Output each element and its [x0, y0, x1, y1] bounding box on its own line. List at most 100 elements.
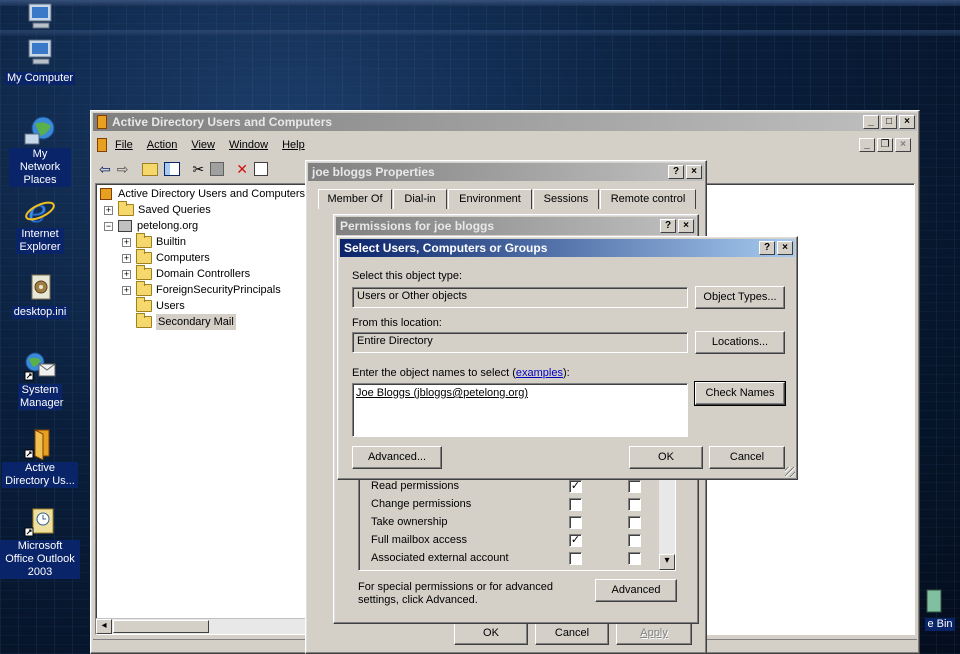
- expand-icon[interactable]: +: [122, 269, 131, 279]
- tab-environment[interactable]: Environment: [448, 189, 532, 209]
- permissions-titlebar[interactable]: Permissions for joe bloggs ? ×: [336, 217, 696, 235]
- tree-root[interactable]: Active Directory Users and Computers: [100, 186, 305, 202]
- deny-checkbox[interactable]: [628, 534, 641, 547]
- paste-icon[interactable]: [210, 162, 225, 176]
- menu-action[interactable]: Action: [147, 139, 178, 151]
- help-button[interactable]: ?: [759, 241, 775, 255]
- tree-item-domain-controllers[interactable]: + Domain Controllers: [122, 265, 250, 282]
- tab-remote-control[interactable]: Remote control: [600, 189, 696, 209]
- vertical-scrollbar[interactable]: ▾: [659, 476, 675, 570]
- tab-sessions[interactable]: Sessions: [533, 189, 599, 209]
- ou-folder-icon: [136, 313, 152, 328]
- deny-checkbox[interactable]: [628, 552, 641, 565]
- ok-button[interactable]: OK: [629, 446, 703, 469]
- examples-link[interactable]: examples: [516, 367, 563, 379]
- advanced-button[interactable]: Advanced: [595, 579, 677, 602]
- object-types-button[interactable]: Object Types...: [695, 286, 785, 309]
- advanced-button[interactable]: Advanced...: [352, 446, 442, 469]
- forward-arrow-icon[interactable]: ⇨: [117, 161, 129, 178]
- deny-checkbox[interactable]: [628, 516, 641, 529]
- allow-checkbox[interactable]: [569, 516, 582, 529]
- cut-icon[interactable]: ✂: [192, 161, 204, 178]
- locations-button[interactable]: Locations...: [695, 331, 785, 354]
- tree-item-label: Builtin: [156, 236, 186, 248]
- menu-file[interactable]: File: [115, 139, 133, 151]
- tree-item-secondary-mail[interactable]: Secondary Mail: [136, 313, 236, 330]
- aduc-titlebar[interactable]: Active Directory Users and Computers _ □…: [93, 113, 917, 131]
- tree-item-users[interactable]: Users: [136, 297, 185, 314]
- close-button[interactable]: ×: [899, 115, 915, 129]
- tree-root-label: Active Directory Users and Computers: [118, 188, 306, 200]
- tab-member-of[interactable]: Member Of: [318, 189, 392, 209]
- minimize-button[interactable]: _: [863, 115, 879, 129]
- cancel-button[interactable]: Cancel: [709, 446, 785, 469]
- menu-view-label: View: [191, 139, 215, 151]
- scroll-down-button[interactable]: ▾: [659, 554, 675, 570]
- desktop-icon-desktop-ini[interactable]: desktop.ini: [0, 272, 80, 319]
- child-close-button[interactable]: ×: [895, 138, 911, 152]
- names-label-end: ):: [562, 367, 570, 379]
- show-tree-icon[interactable]: [164, 162, 181, 176]
- child-minimize-button[interactable]: _: [859, 138, 875, 152]
- desktop-icon-computer-top[interactable]: [0, 2, 80, 36]
- resize-grip-icon[interactable]: [785, 467, 795, 477]
- tree-item-domain[interactable]: − petelong.org: [104, 218, 198, 234]
- apply-button[interactable]: Apply: [616, 622, 692, 645]
- desktop-icon-internet-explorer[interactable]: e Internet Explorer: [0, 192, 80, 254]
- expand-icon[interactable]: +: [122, 237, 131, 247]
- close-button[interactable]: ×: [678, 219, 694, 233]
- menu-window[interactable]: Window: [229, 139, 268, 151]
- tree-item-builtin[interactable]: + Builtin: [122, 233, 186, 250]
- child-restore-button[interactable]: ❐: [877, 138, 893, 152]
- scroll-thumb[interactable]: [113, 620, 209, 633]
- tab-label: Member Of: [327, 193, 383, 205]
- up-folder-icon[interactable]: [142, 162, 159, 176]
- allow-checkbox[interactable]: [569, 552, 582, 565]
- tree-item-saved-queries[interactable]: + Saved Queries: [104, 201, 211, 218]
- help-button[interactable]: ?: [660, 219, 676, 233]
- properties-title: joe bloggs Properties: [312, 165, 435, 179]
- tree-item-foreign-security[interactable]: + ForeignSecurityPrincipals: [122, 281, 281, 298]
- select-titlebar[interactable]: Select Users, Computers or Groups ? ×: [340, 239, 795, 257]
- allow-checkbox[interactable]: ✓: [569, 534, 582, 547]
- location-label: From this location:: [352, 317, 442, 329]
- collapse-icon[interactable]: −: [104, 221, 113, 231]
- close-button[interactable]: ×: [686, 165, 702, 179]
- deny-checkbox[interactable]: [628, 498, 641, 511]
- expand-icon[interactable]: +: [122, 285, 131, 295]
- desktop-icon-active-directory[interactable]: Active Directory Us...: [0, 428, 80, 488]
- cancel-button[interactable]: Cancel: [535, 622, 609, 645]
- check-names-button[interactable]: Check Names: [694, 381, 786, 406]
- tab-label: Dial-in: [404, 193, 436, 205]
- back-arrow-icon[interactable]: ⇦: [99, 161, 111, 178]
- maximize-button[interactable]: □: [881, 115, 897, 129]
- expand-icon[interactable]: +: [122, 253, 131, 263]
- deny-checkbox[interactable]: [628, 480, 641, 493]
- expand-icon[interactable]: +: [104, 205, 113, 215]
- help-button[interactable]: ?: [668, 165, 684, 179]
- menu-view[interactable]: View: [191, 139, 215, 151]
- horizontal-scrollbar[interactable]: ◂: [96, 618, 306, 634]
- ok-button[interactable]: OK: [454, 622, 528, 645]
- close-button[interactable]: ×: [777, 241, 793, 255]
- desktop-icon-network-places[interactable]: My Network Places: [0, 114, 80, 187]
- allow-checkbox[interactable]: ✓: [569, 480, 582, 493]
- tab-dial-in[interactable]: Dial-in: [393, 189, 447, 209]
- recycle-bin-icon: [918, 584, 952, 616]
- ad-tree-icon: [100, 188, 112, 200]
- tree-item-computers[interactable]: + Computers: [122, 249, 210, 266]
- settings-file-icon: [23, 272, 57, 304]
- desktop-band: [0, 0, 960, 6]
- menu-help[interactable]: Help: [282, 139, 305, 151]
- scroll-left-button[interactable]: ◂: [96, 619, 112, 634]
- desktop-icon-outlook[interactable]: Microsoft Office Outlook 2003: [0, 506, 80, 579]
- computer-icon: [23, 38, 57, 70]
- object-names-input[interactable]: Joe Bloggs (jbloggs@petelong.org): [352, 383, 688, 437]
- allow-checkbox[interactable]: [569, 498, 582, 511]
- tree-pane[interactable]: Active Directory Users and Computers + S…: [95, 183, 307, 635]
- delete-icon[interactable]: ✕: [236, 161, 248, 178]
- properties-titlebar[interactable]: joe bloggs Properties ? ×: [308, 163, 704, 181]
- desktop-icon-system-manager[interactable]: System Manager: [0, 350, 80, 410]
- desktop-icon-my-computer[interactable]: My Computer: [0, 38, 80, 85]
- properties-icon[interactable]: [253, 162, 268, 176]
